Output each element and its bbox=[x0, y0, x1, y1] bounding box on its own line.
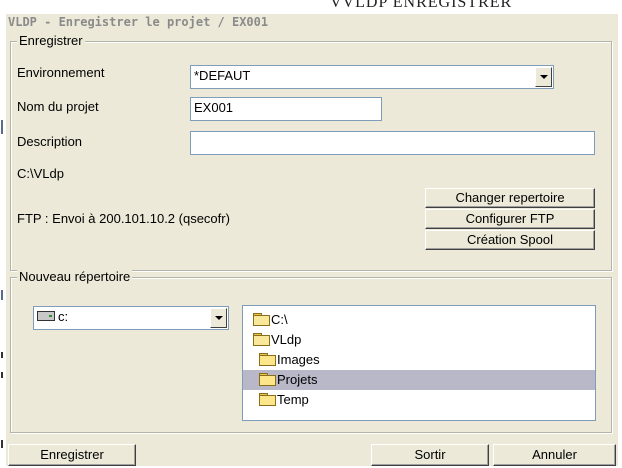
environment-value: *DEFAUT bbox=[194, 68, 251, 83]
change-directory-button[interactable]: Changer repertoire bbox=[425, 188, 595, 208]
description-input[interactable] bbox=[190, 131, 595, 155]
create-spool-button[interactable]: Création Spool bbox=[425, 230, 595, 250]
tree-item-label: Projets bbox=[277, 372, 318, 387]
tree-item-root[interactable]: C:\ bbox=[253, 310, 288, 330]
new-directory-group-label: Nouveau répertoire bbox=[17, 269, 133, 284]
tree-item-label: Temp bbox=[277, 392, 309, 407]
ftp-status: FTP : Envoi à 200.101.10.2 (qsecofr) bbox=[17, 211, 230, 226]
save-button[interactable]: Enregistrer bbox=[8, 444, 136, 466]
chevron-down-icon[interactable] bbox=[535, 67, 552, 87]
description-label: Description bbox=[17, 134, 83, 149]
project-name-input[interactable]: EX001 bbox=[190, 97, 382, 121]
tree-item-label: C:\ bbox=[271, 312, 288, 327]
environment-select[interactable]: *DEFAUT bbox=[190, 65, 554, 89]
drive-select[interactable]: c: bbox=[33, 306, 229, 330]
title-bar[interactable]: VLDP - Enregistrer le projet / EX001 bbox=[6, 14, 618, 32]
window-title: VLDP - Enregistrer le projet / EX001 bbox=[8, 15, 269, 29]
cancel-button[interactable]: Annuler bbox=[493, 444, 616, 466]
tree-item-temp[interactable]: Temp bbox=[259, 390, 309, 410]
save-group-label: Enregistrer bbox=[17, 33, 85, 48]
project-name-label: Nom du projet bbox=[17, 99, 99, 114]
save-group: Enregistrer Environnement *DEFAUT Nom du… bbox=[10, 33, 612, 271]
tree-item-images[interactable]: Images bbox=[259, 350, 320, 370]
new-directory-group: Nouveau répertoire c: C:\ VLdp Images Pr… bbox=[10, 269, 612, 433]
drive-value: c: bbox=[58, 309, 69, 324]
background-window-text: VVLDP ENREGISTRER bbox=[330, 0, 513, 11]
chevron-down-icon[interactable] bbox=[210, 308, 227, 328]
drive-icon bbox=[37, 311, 55, 321]
folder-icon bbox=[259, 353, 276, 366]
tree-item-projets[interactable]: Projets bbox=[243, 370, 595, 390]
folder-icon bbox=[259, 393, 276, 406]
tree-item-label: VLdp bbox=[271, 332, 302, 347]
configure-ftp-button[interactable]: Configurer FTP bbox=[425, 209, 595, 229]
exit-button[interactable]: Sortir bbox=[371, 444, 489, 466]
open-folder-icon bbox=[253, 333, 270, 346]
project-name-value: EX001 bbox=[194, 100, 234, 115]
folder-icon bbox=[259, 373, 276, 386]
open-folder-icon bbox=[253, 313, 270, 326]
current-path: C:\VLdp bbox=[17, 166, 64, 181]
directory-tree[interactable]: C:\ VLdp Images Projets Temp bbox=[242, 305, 596, 421]
environment-label: Environnement bbox=[17, 65, 105, 80]
tree-item-vldp[interactable]: VLdp bbox=[253, 330, 301, 350]
save-project-dialog: VLDP - Enregistrer le projet / EX001 Enr… bbox=[6, 14, 618, 466]
tree-item-label: Images bbox=[277, 352, 320, 367]
